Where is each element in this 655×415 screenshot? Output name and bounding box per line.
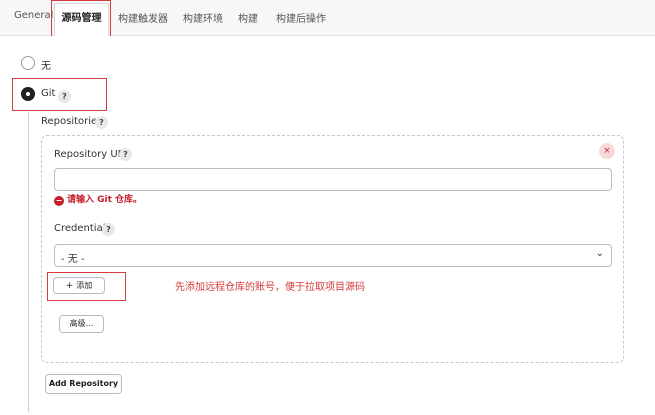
tab-build[interactable]: 构建 — [238, 10, 258, 25]
advanced-button[interactable]: 高级... — [59, 315, 104, 333]
repo-url-input[interactable] — [54, 168, 612, 191]
delete-icon[interactable]: × — [599, 143, 615, 159]
highlight-box-git — [12, 78, 107, 111]
help-icon[interactable]: ? — [102, 223, 115, 236]
error-message: − 请输入 Git 仓库。 — [54, 192, 142, 206]
help-icon[interactable]: ? — [95, 116, 108, 129]
credentials-select[interactable]: - 无 - ⌄ — [54, 244, 612, 267]
radio-none-label: 无 — [41, 61, 51, 72]
error-text: 请输入 Git 仓库。 — [67, 195, 143, 205]
help-icon[interactable]: ? — [119, 148, 132, 161]
indent-line — [28, 112, 29, 412]
tab-general[interactable]: General — [14, 10, 53, 21]
tab-post-build[interactable]: 构建后操作 — [276, 10, 326, 25]
error-icon: − — [54, 196, 64, 206]
highlight-box-tab — [51, 0, 111, 38]
annotation-note: 先添加远程仓库的账号，便于拉取项目源码 — [175, 282, 365, 293]
credentials-selected-value: - 无 - — [61, 254, 85, 265]
chevron-down-icon: ⌄ — [595, 248, 604, 259]
highlight-box-add — [47, 272, 126, 301]
tab-build-triggers[interactable]: 构建触发器 — [118, 10, 168, 25]
radio-none[interactable] — [21, 56, 35, 70]
repositories-label: Repositories — [41, 116, 103, 127]
tab-build-environment[interactable]: 构建环境 — [183, 10, 223, 25]
add-repository-button[interactable]: Add Repository — [45, 374, 122, 394]
